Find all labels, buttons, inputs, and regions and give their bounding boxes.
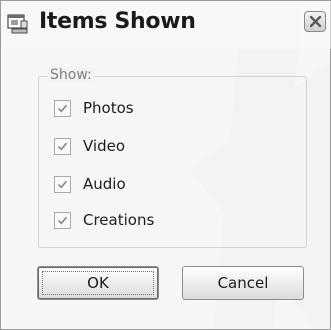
close-button[interactable] xyxy=(304,11,326,32)
video-checkbox[interactable] xyxy=(54,138,71,155)
dialog-title: Items Shown xyxy=(39,9,196,34)
audio-label: Audio xyxy=(83,175,126,193)
check-icon xyxy=(57,216,68,225)
creations-label: Creations xyxy=(83,211,155,229)
show-group-legend: Show: xyxy=(48,67,94,83)
check-icon xyxy=(57,104,68,113)
video-label: Video xyxy=(83,137,126,155)
show-group-box xyxy=(38,76,307,248)
title-bar: Items Shown xyxy=(1,1,331,49)
dialog-window-icon xyxy=(7,12,29,34)
cancel-button-label: Cancel xyxy=(217,274,269,292)
items-shown-dialog: Items Shown Show: Photos Video Audio Cre… xyxy=(0,0,331,330)
cancel-button[interactable]: Cancel xyxy=(182,266,304,300)
check-icon xyxy=(57,142,68,151)
photos-checkbox[interactable] xyxy=(54,100,71,117)
close-icon xyxy=(309,15,322,28)
audio-checkbox[interactable] xyxy=(54,176,71,193)
check-icon xyxy=(57,180,68,189)
photos-label: Photos xyxy=(83,99,134,117)
ok-button[interactable]: OK xyxy=(37,266,159,300)
focus-ring xyxy=(42,271,154,295)
creations-checkbox[interactable] xyxy=(54,212,71,229)
